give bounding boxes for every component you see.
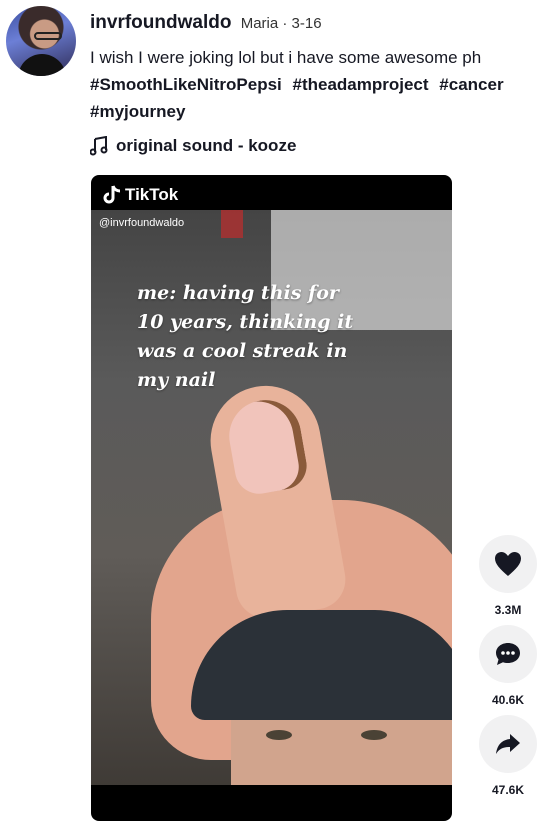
like-button[interactable] [479,535,537,593]
share-icon [496,734,520,754]
hashtag-link[interactable]: #myjourney [90,102,185,121]
watermark-handle: @invrfoundwaldo [99,217,185,229]
action-bar: 3.3M 40.6K 47.6K [477,535,539,805]
sound-name: original sound - kooze [116,136,297,155]
hashtag-link[interactable]: #cancer [439,75,503,94]
eye [266,730,292,740]
comment-count: 40.6K [491,693,525,707]
sound-link[interactable]: original sound - kooze [90,134,296,158]
post-caption: I wish I were joking lol but i have some… [90,48,482,67]
overlay-line: was a cool streak in [137,340,348,362]
nickname-date: Maria · 3-16 [240,15,322,32]
post-author[interactable]: invrfoundwaldo Maria · 3-16 [90,12,322,34]
avatar-shirt [18,54,66,76]
overlay-line: my nail [137,369,216,391]
hashtag-line-2: #myjourney [90,99,191,125]
tiktok-logo-icon [103,185,121,204]
hashtag-link[interactable]: #SmoothLikeNitroPepsi [90,75,282,94]
comment-icon [496,643,520,665]
comment-button[interactable] [479,625,537,683]
overlay-line: 10 years, thinking it [137,311,354,333]
eye [361,730,387,740]
background-object [221,210,243,238]
tiktok-watermark: TikTok [103,185,178,205]
share-button[interactable] [479,715,537,773]
video-text-overlay: me: having this for 10 years, thinking i… [137,279,377,395]
hashtag-link[interactable]: #theadamproject [293,75,429,94]
share-count: 47.6K [491,783,525,797]
heart-icon [495,552,521,576]
hashtag-line: #SmoothLikeNitroPepsi #theadamproject #c… [90,72,543,98]
username[interactable]: invrfoundwaldo [90,12,231,33]
avatar[interactable] [6,6,76,76]
avatar-glasses [34,32,62,40]
overlay-line: me: having this for [137,282,339,304]
watermark-text: TikTok [125,185,179,204]
like-count: 3.3M [494,603,522,617]
video-player[interactable]: TikTok @invrfoundwaldo me: having this f… [91,175,452,821]
music-note-icon [90,136,108,156]
